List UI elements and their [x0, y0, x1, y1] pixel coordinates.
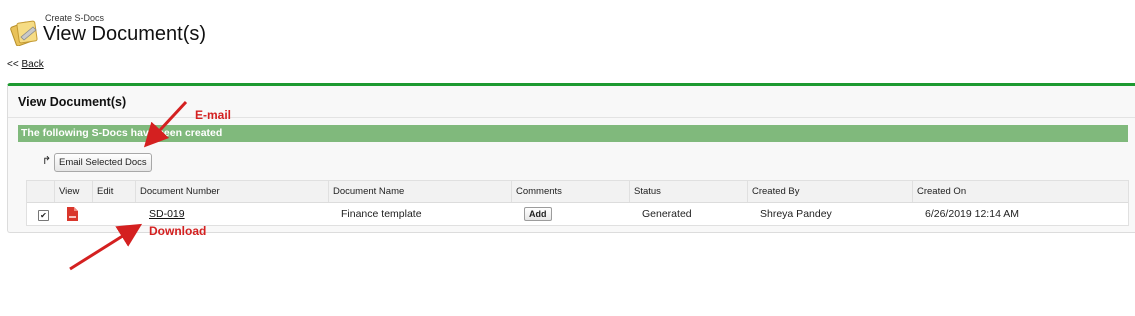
- header-document-number: Document Number: [135, 181, 328, 202]
- header-comments: Comments: [511, 181, 629, 202]
- back-prefix: <<: [7, 59, 19, 70]
- document-name-cell: Finance template: [341, 208, 422, 220]
- header-created-by: Created By: [747, 181, 912, 202]
- download-annotation-label: Download: [149, 224, 207, 238]
- checkbox-checked-icon: ✔: [40, 211, 47, 220]
- success-message: The following S-Docs have been created: [18, 125, 1128, 142]
- created-on-cell: 6/26/2019 12:14 AM: [925, 208, 1019, 220]
- header-select: [27, 181, 54, 202]
- header-document-name: Document Name: [328, 181, 511, 202]
- page-header: Create S-Docs View Document(s): [10, 10, 610, 50]
- documents-logo-icon: [10, 20, 38, 46]
- add-comment-button[interactable]: Add: [524, 207, 552, 221]
- row-select-checkbox[interactable]: ✔: [38, 210, 49, 221]
- header-status: Status: [629, 181, 747, 202]
- document-number-cell: SD-019: [145, 203, 185, 226]
- back-link[interactable]: Back: [21, 59, 43, 70]
- download-arrow: [69, 223, 143, 271]
- section-divider: [8, 117, 1135, 118]
- email-forward-icon: ↱: [42, 155, 52, 167]
- back-nav: << Back: [7, 59, 44, 70]
- documents-table: View Edit Document Number Document Name …: [26, 180, 1129, 226]
- page-title: View Document(s): [43, 23, 207, 45]
- page-subtitle: Create S-Docs: [45, 13, 105, 23]
- email-annotation-label: E-mail: [195, 108, 232, 122]
- header-edit: Edit: [92, 181, 135, 202]
- created-by-cell: Shreya Pandey: [760, 208, 832, 220]
- table-header: View Edit Document Number Document Name …: [27, 181, 1128, 203]
- section-title: View Document(s): [18, 95, 127, 109]
- status-cell: Generated: [642, 208, 692, 220]
- view-documents-section: View Document(s) The following S-Docs ha…: [7, 83, 1135, 233]
- document-number-link[interactable]: SD-019: [149, 208, 185, 220]
- header-created-on: Created On: [912, 181, 1128, 202]
- header-view: View: [54, 181, 92, 202]
- email-selected-docs-button[interactable]: Email Selected Docs: [54, 153, 152, 172]
- pdf-file-icon[interactable]: [67, 207, 78, 221]
